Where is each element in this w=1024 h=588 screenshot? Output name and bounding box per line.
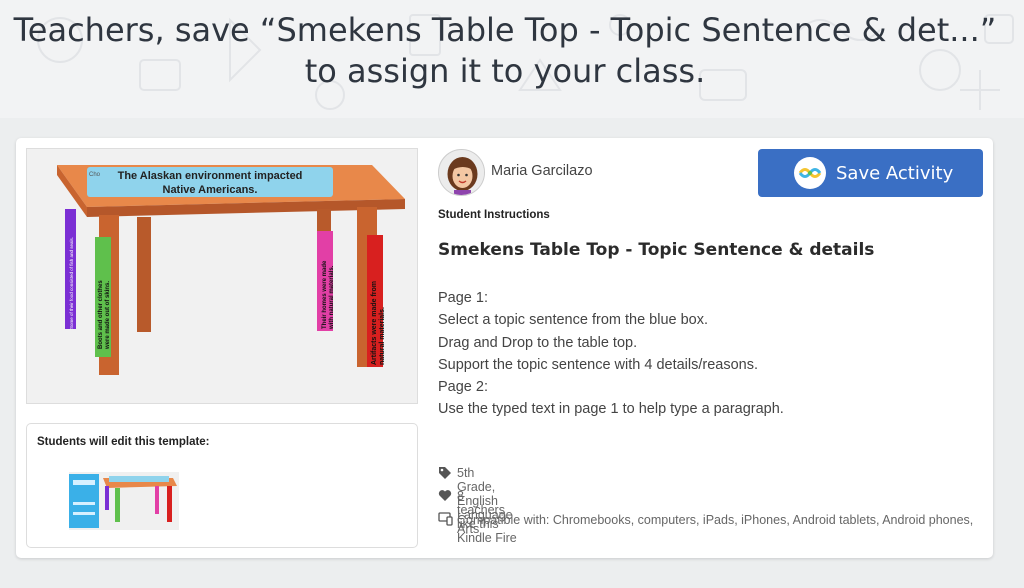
topic-line-2: Native Americans. <box>163 184 258 196</box>
hero-line-1: Teachers, save “Smekens Table Top - Topi… <box>13 11 997 49</box>
avatar-illustration <box>439 150 484 195</box>
instruction-line: Page 2: <box>438 379 488 396</box>
hero-line-2: to assign it to your class. <box>304 52 706 90</box>
author-avatar <box>438 149 485 196</box>
save-activity-label: Save Activity <box>836 162 954 184</box>
devices-icon <box>438 512 453 529</box>
instruction-line: Select a topic sentence from the blue bo… <box>438 312 709 329</box>
instructions-heading: Student Instructions <box>438 209 550 221</box>
hero-heading: Teachers, save “Smekens Table Top - Topi… <box>0 10 1010 92</box>
detail-leg-2-line-2: were made out of skins. <box>105 281 111 350</box>
detail-leg-3-line-2: with natural materials. <box>329 265 335 330</box>
activity-title: Smekens Table Top - Topic Sentence & det… <box>438 240 875 260</box>
detail-leg-2-line-1: Boots and other clothes <box>98 280 104 349</box>
instruction-line: Drag and Drop to the table top. <box>438 334 638 351</box>
topic-line-1: The Alaskan environment impacted <box>118 170 303 182</box>
activity-preview[interactable]: Cho The Alaskan environment impacted Nat… <box>26 148 418 404</box>
instructions-body: Page 1: Select a topic sentence from the… <box>438 287 784 421</box>
heart-icon <box>438 489 452 505</box>
template-panel: Students will edit this template: <box>26 423 418 548</box>
detail-leg-4-line-2: natural materials. <box>379 307 386 365</box>
seesaw-logo-icon <box>794 157 826 189</box>
compatibility-text: Compatible with: Chromebooks, computers,… <box>457 513 974 545</box>
hero-banner: Teachers, save “Smekens Table Top - Topi… <box>0 0 1024 118</box>
instruction-line: Support the topic sentence with 4 detail… <box>438 356 758 373</box>
instruction-line: Use the typed text in page 1 to help typ… <box>438 401 784 418</box>
topic-clip-text: Cho <box>89 172 101 178</box>
save-activity-button[interactable]: Save Activity <box>758 149 983 197</box>
table-illustration: Cho The Alaskan environment impacted Nat… <box>57 165 405 375</box>
template-label: Students will edit this template: <box>37 436 210 448</box>
tag-icon <box>438 466 452 483</box>
author-name[interactable]: Maria Garcilazo <box>491 163 593 179</box>
template-thumbnail[interactable] <box>69 472 179 530</box>
instruction-line: Page 1: <box>438 290 488 306</box>
detail-leg-4-line-1: Artifacts were made from <box>371 281 378 365</box>
detail-leg-1: Some of their food consisted of fish and… <box>69 237 74 329</box>
detail-leg-3-line-1: Their homes were made <box>322 260 328 329</box>
